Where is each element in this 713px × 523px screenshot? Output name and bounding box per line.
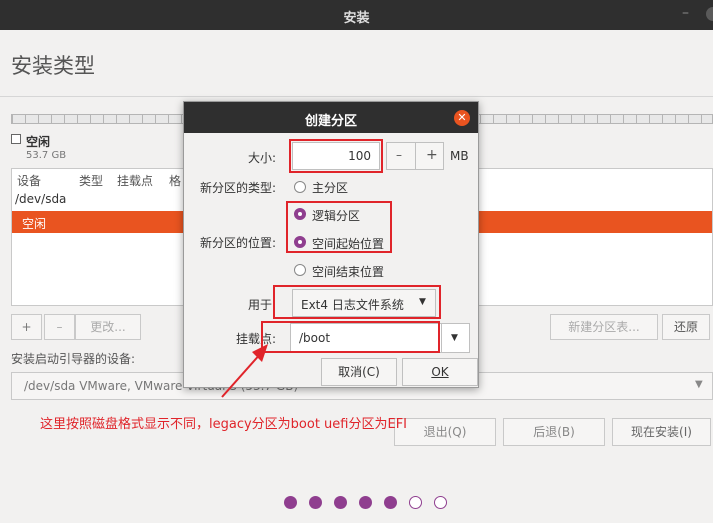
annotation-text: 这里按照磁盘格式显示不同，legacy分区为boot uefi分区为EFI [40, 417, 408, 432]
annotation-arrow [221, 344, 268, 398]
arrow-shaft [221, 351, 263, 398]
